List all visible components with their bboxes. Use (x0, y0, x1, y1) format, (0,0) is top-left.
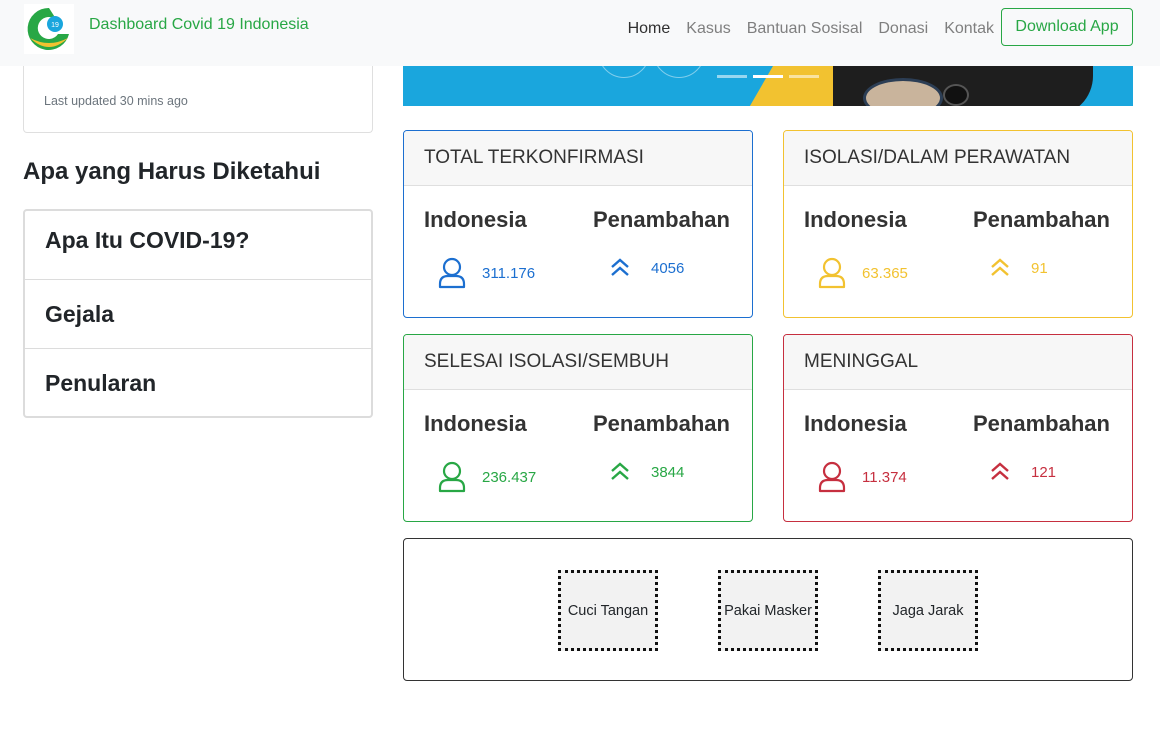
nav-home[interactable]: Home (628, 18, 671, 40)
card-col-penambahan: Penambahan 3844 (593, 411, 730, 481)
col-label: Penambahan (593, 207, 730, 232)
section-title: Apa yang Harus Diketahui (23, 158, 321, 185)
faq-accordion: Apa Itu COVID-19? Gejala Penularan (23, 209, 373, 418)
double-chevron-up-icon (611, 462, 629, 480)
col-value-row: 311.176 (438, 257, 535, 289)
nav-bantuan-sosial[interactable]: Bantuan Sosisal (747, 18, 863, 40)
double-chevron-up-icon (611, 258, 629, 276)
last-updated-text: Last updated 30 mins ago (44, 94, 188, 108)
logo-badge-text: 19 (51, 22, 59, 29)
user-icon (438, 257, 466, 289)
card-col-indonesia: Indonesia 63.365 (804, 207, 908, 289)
col-value-row: 236.437 (438, 461, 536, 493)
col-label: Indonesia (424, 411, 527, 436)
card-total-terkonfirmasi: TOTAL TERKONFIRMASI Indonesia 311.176 Pe… (403, 130, 753, 318)
card-selesai-isolasi-sembuh: SELESAI ISOLASI/SEMBUH Indonesia 236.437… (403, 334, 753, 522)
card-header: ISOLASI/DALAM PERAWATAN (784, 131, 1132, 186)
hero-ring-graphic (653, 66, 705, 78)
sembuh-indonesia-value: 236.437 (482, 468, 537, 486)
col-value-row: 11.374 (818, 461, 907, 493)
nav-kontak[interactable]: Kontak (944, 18, 994, 40)
nav-kasus[interactable]: Kasus (686, 18, 730, 40)
card-isolasi-perawatan: ISOLASI/DALAM PERAWATAN Indonesia 63.365… (783, 130, 1133, 318)
accordion-item-gejala[interactable]: Gejala (25, 280, 371, 349)
card-meninggal: MENINGGAL Indonesia 11.374 Penambahan 12… (783, 334, 1133, 522)
card-col-penambahan: Penambahan 91 (973, 207, 1110, 277)
accordion-item-penularan[interactable]: Penularan (25, 349, 371, 418)
col-value-row: 3844 (609, 461, 684, 483)
isolasi-indonesia-value: 63.365 (862, 264, 908, 282)
col-label: Penambahan (973, 207, 1110, 232)
card-col-penambahan: Penambahan 4056 (593, 207, 730, 277)
user-icon (818, 461, 846, 493)
accordion-item-apa-itu-covid[interactable]: Apa Itu COVID-19? (25, 211, 371, 280)
card-col-indonesia: Indonesia 311.176 (424, 207, 535, 289)
nav-donasi[interactable]: Donasi (878, 18, 928, 40)
double-chevron-up-icon (991, 462, 1009, 480)
card-header: SELESAI ISOLASI/SEMBUH (404, 335, 752, 390)
sembuh-penambahan-value: 3844 (651, 463, 685, 481)
card-col-indonesia: Indonesia 11.374 (804, 411, 907, 493)
card-col-penambahan: Penambahan 121 (973, 411, 1110, 481)
download-app-button[interactable]: Download App (1001, 8, 1133, 46)
meninggal-penambahan-value: 121 (1031, 463, 1057, 481)
tip-cuci-tangan[interactable]: Cuci Tangan (558, 570, 658, 651)
card-header: MENINGGAL (784, 335, 1132, 390)
user-icon (438, 461, 466, 493)
isolasi-penambahan-value: 91 (1031, 259, 1048, 277)
hero-carousel[interactable] (403, 66, 1133, 106)
col-label: Indonesia (804, 207, 907, 232)
col-value-row: 4056 (609, 257, 684, 279)
col-label: Penambahan (593, 411, 730, 436)
col-label: Penambahan (973, 411, 1110, 436)
double-chevron-up-icon (991, 258, 1009, 276)
col-value-row: 91 (989, 257, 1048, 279)
col-label: Indonesia (804, 411, 907, 436)
card-col-indonesia: Indonesia 236.437 (424, 411, 536, 493)
tip-pakai-masker[interactable]: Pakai Masker (718, 570, 818, 651)
col-label: Indonesia (424, 207, 527, 232)
hero-watch-image (943, 84, 969, 106)
carousel-indicator-2[interactable] (753, 75, 783, 78)
total-indonesia-value: 311.176 (482, 264, 536, 282)
navbar: 19 Dashboard Covid 19 Indonesia Home Kas… (0, 0, 1160, 66)
total-penambahan-value: 4056 (651, 259, 685, 277)
prevention-tips-panel: Cuci Tangan Pakai Masker Jaga Jarak (403, 538, 1133, 681)
carousel-indicator-3[interactable] (789, 75, 819, 78)
hero-ring-graphic (598, 66, 650, 78)
card-header: TOTAL TERKONFIRMASI (404, 131, 752, 186)
carousel-indicator-1[interactable] (717, 75, 747, 78)
nav-menu: Home Kasus Bantuan Sosisal Donasi Kontak (612, 18, 994, 40)
meninggal-indonesia-value: 11.374 (862, 468, 907, 486)
col-value-row: 63.365 (818, 257, 908, 289)
col-value-row: 121 (989, 461, 1056, 483)
tip-jaga-jarak[interactable]: Jaga Jarak (878, 570, 978, 651)
brand-link[interactable]: 19 Dashboard Covid 19 Indonesia (24, 4, 309, 54)
user-icon (818, 257, 846, 289)
brand-title[interactable]: Dashboard Covid 19 Indonesia (89, 16, 309, 34)
covid-logo-icon: 19 (24, 4, 74, 54)
